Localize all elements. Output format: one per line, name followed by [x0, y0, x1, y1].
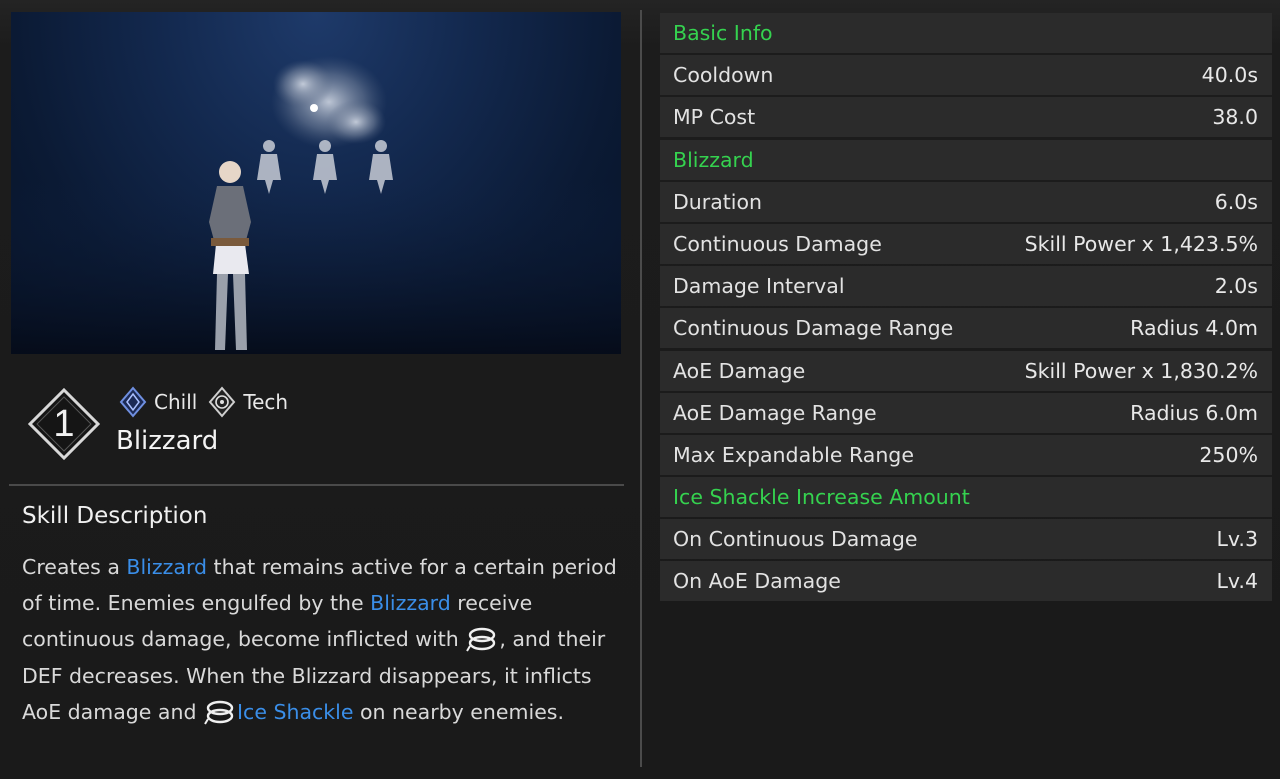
stat-label: AoE Damage: [673, 358, 806, 383]
section-label: Ice Shackle Increase Amount: [673, 485, 970, 510]
section-ice-shackle: Ice Shackle Increase Amount: [660, 477, 1272, 518]
skill-stats-table: Basic Info Cooldown 40.0s MP Cost 38.0 Bli…: [660, 13, 1272, 604]
stat-row-max-expandable-range: Max Expandable Range 250%: [660, 434, 1272, 475]
stat-value: Radius 6.0m: [1130, 400, 1258, 425]
ice-shackle-icon[interactable]: [203, 699, 237, 725]
preview-scene: [11, 56, 621, 354]
skill-description-title: Skill Description: [22, 503, 208, 529]
tech-attribute-icon: [208, 386, 236, 418]
stat-label: Max Expandable Range: [673, 442, 914, 467]
tag-chill-label: Chill: [154, 390, 198, 414]
skill-description: Creates a Blizzard that remains active f…: [22, 549, 622, 730]
stat-row-damage-interval: Damage Interval 2.0s: [660, 266, 1272, 307]
stat-value: 250%: [1199, 442, 1258, 467]
skill-detail-panel: 1 Chill Tech Blizzard Skill Description: [0, 0, 1280, 779]
stat-label: On Continuous Damage: [673, 527, 918, 552]
stat-label: AoE Damage Range: [673, 400, 877, 425]
skill-name: Blizzard: [116, 426, 219, 456]
stat-value: Skill Power x 1,830.2%: [1024, 358, 1258, 383]
skill-tags: Chill Tech: [118, 386, 288, 418]
stat-value: 2.0s: [1214, 274, 1258, 299]
tag-tech: Tech: [207, 386, 288, 418]
stat-value: Skill Power x 1,423.5%: [1024, 231, 1258, 256]
skill-preview-video[interactable]: [11, 12, 621, 354]
stat-row-duration: Duration 6.0s: [660, 181, 1272, 222]
stat-label: On AoE Damage: [673, 569, 841, 594]
skill-slot-number: 1: [53, 403, 75, 445]
stat-row-continuous-damage-range: Continuous Damage Range Radius 4.0m: [660, 308, 1272, 349]
stat-value: Lv.4: [1216, 569, 1258, 594]
stat-row-on-continuous-damage: On Continuous Damage Lv.3: [660, 519, 1272, 560]
stat-label: Continuous Damage Range: [673, 316, 954, 341]
stat-label: Cooldown: [673, 63, 774, 88]
stat-value: 38.0: [1212, 105, 1258, 130]
stat-value: 6.0s: [1214, 189, 1258, 214]
stat-row-aoe-damage: AoE Damage Skill Power x 1,830.2%: [660, 350, 1272, 391]
stat-row-cooldown: Cooldown 40.0s: [660, 55, 1272, 96]
tag-chill: Chill: [118, 386, 197, 418]
desc-text: Creates a: [22, 555, 127, 579]
stat-row-continuous-damage: Continuous Damage Skill Power x 1,423.5%: [660, 223, 1272, 264]
vertical-divider: [640, 10, 642, 767]
tag-tech-label: Tech: [243, 390, 289, 414]
stat-value: 40.0s: [1201, 63, 1258, 88]
stat-label: Duration: [673, 189, 763, 214]
section-label: Blizzard: [673, 147, 754, 172]
blizzard-link[interactable]: Blizzard: [370, 591, 451, 615]
desc-text: on nearby enemies.: [353, 699, 564, 724]
stat-row-on-aoe-damage: On AoE Damage Lv.4: [660, 561, 1272, 602]
section-basic-info: Basic Info: [660, 13, 1272, 53]
stat-value: Radius 4.0m: [1130, 316, 1258, 341]
section-label: Basic Info: [673, 21, 773, 45]
skill-header: 1 Chill Tech Blizzard: [24, 382, 624, 468]
chill-element-icon: [119, 386, 147, 418]
section-blizzard: Blizzard: [660, 139, 1272, 180]
stat-row-mp-cost: MP Cost 38.0: [660, 97, 1272, 138]
stat-value: Lv.3: [1216, 527, 1258, 552]
ice-shackle-link[interactable]: Ice Shackle: [237, 700, 353, 724]
stat-row-aoe-damage-range: AoE Damage Range Radius 6.0m: [660, 392, 1272, 433]
divider: [9, 484, 624, 486]
ice-shackle-icon[interactable]: [465, 626, 499, 652]
stat-label: MP Cost: [673, 105, 756, 130]
blizzard-link[interactable]: Blizzard: [126, 555, 207, 579]
stat-label: Damage Interval: [673, 274, 845, 299]
stat-label: Continuous Damage: [673, 231, 882, 256]
